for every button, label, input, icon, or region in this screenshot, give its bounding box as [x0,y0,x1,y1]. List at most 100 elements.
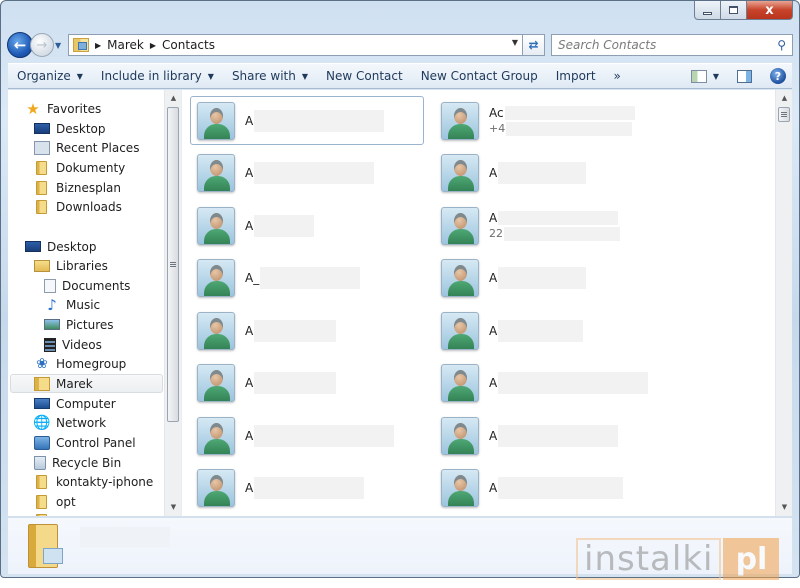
chevron-down-icon: ▼ [76,71,83,81]
close-button[interactable]: x [747,1,793,20]
contact-name-text: A [245,428,254,443]
address-bar[interactable]: ▶ Marek ▶ Contacts ▼ [68,34,523,56]
contact-item[interactable]: A [190,411,424,460]
contact-name-text: A [489,481,498,495]
redacted-text [254,214,315,237]
new-contact-button[interactable]: New Contact [317,64,412,88]
contact-item[interactable]: A [190,306,424,355]
contacts-folder-icon [28,524,63,568]
sidebar-item-label: Documents [62,278,131,293]
sidebar-item-dokumenty[interactable]: Dokumenty [34,158,163,177]
preview-pane-icon[interactable] [737,69,752,83]
minimize-button[interactable] [694,1,721,20]
scroll-down-icon[interactable]: ▼ [776,499,793,516]
sidebar-item-label: Videos [62,337,102,352]
refresh-button[interactable]: ⇄ [523,34,545,56]
contact-item[interactable]: A [434,359,668,408]
contact-name: A [245,214,315,237]
sidebar-item-videos[interactable]: Videos [44,335,163,354]
breadcrumb-separator-icon[interactable]: ▶ [95,41,101,50]
sidebar-item-desktop-favorite[interactable]: Desktop [34,119,163,138]
sidebar-item-marek[interactable]: Marek [10,374,163,393]
contact-phone-text: +4 [489,122,506,135]
sidebar-item-downloads[interactable]: Downloads [34,197,163,216]
contact-item[interactable]: Ac +4 [434,96,668,145]
scrollbar-thumb[interactable] [167,107,179,422]
contact-item[interactable]: A [190,359,424,408]
contact-item[interactable]: A_ [190,254,424,303]
scrollbar-thumb[interactable] [778,107,790,122]
view-options-dropdown-icon[interactable]: ▼ [713,72,719,81]
redacted-text [254,424,395,447]
search-icon[interactable]: ⚲ [777,38,786,52]
change-view-icon[interactable] [690,69,707,83]
sidebar-item-partial[interactable] [34,511,163,516]
contact-item[interactable]: A [190,201,424,250]
sidebar-item-documents[interactable]: Documents [44,276,163,295]
sidebar-item-recycle-bin[interactable]: Recycle Bin [34,453,163,472]
watermark-logo: pl [723,538,780,580]
sidebar-item-recent-places[interactable]: Recent Places [34,138,163,157]
sidebar-item-desktop[interactable]: Desktop [25,237,163,256]
scroll-up-icon[interactable]: ▲ [776,90,793,107]
navigation-pane-scrollbar[interactable]: ▲ ▼ [164,90,181,516]
address-dropdown-icon[interactable]: ▼ [512,38,518,47]
share-with-button[interactable]: Share with ▼ [223,64,317,88]
search-box[interactable]: ⚲ [551,34,793,56]
include-in-library-button[interactable]: Include in library ▼ [92,64,223,88]
contact-item[interactable]: A [434,306,668,355]
breadcrumb-contacts[interactable]: Contacts [162,38,215,52]
contact-avatar-icon [441,206,479,245]
scroll-up-icon[interactable]: ▲ [165,90,182,107]
sidebar-item-music[interactable]: ♪ Music [44,295,163,314]
sidebar-item-label: Downloads [56,199,122,214]
contact-item[interactable]: A [434,149,668,198]
contact-item[interactable]: A [190,96,424,145]
sidebar-item-biznesplan[interactable]: Biznesplan [34,178,163,197]
sidebar-item-label: kontakty-iphone [56,474,154,489]
minimize-icon [703,11,712,15]
contact-name: A [245,162,375,184]
sidebar-item-opt[interactable]: opt [34,492,163,511]
music-icon: ♪ [47,295,57,314]
contact-avatar-icon [197,154,235,192]
contacts-list: A Ac +4 A A A A 22 A_ A A A A A A A A A [181,90,775,516]
redacted-text [506,121,633,136]
organize-button[interactable]: Organize ▼ [8,64,92,88]
search-input[interactable] [558,38,748,52]
contact-item[interactable]: A [434,254,668,303]
chevron-down-icon: ▼ [207,71,214,81]
maximize-button[interactable] [721,1,747,20]
contact-item[interactable]: A [190,464,424,513]
contact-item[interactable]: A [434,464,668,513]
sidebar-item-computer[interactable]: Computer [34,394,163,413]
folder-icon [36,513,47,516]
window-controls: x [694,1,793,20]
more-commands-button[interactable]: » [605,64,630,88]
folder-icon [36,494,47,509]
contact-item[interactable]: A [434,411,668,460]
sidebar-item-kontakty-iphone[interactable]: kontakty-iphone [34,472,163,491]
sidebar-item-homegroup[interactable]: ❀ Homegroup [34,354,163,373]
help-icon[interactable]: ? [770,68,786,84]
contact-item[interactable]: A 22 [434,201,668,250]
breadcrumb-marek[interactable]: Marek [107,38,144,52]
sidebar-item-favorites[interactable]: ★ Favorites [25,99,163,118]
new-contact-group-button[interactable]: New Contact Group [412,64,547,88]
scroll-down-icon[interactable]: ▼ [165,499,182,516]
recent-pages-button[interactable]: ▼ [55,41,65,50]
sidebar-item-pictures[interactable]: Pictures [44,315,163,334]
contacts-scrollbar[interactable]: ▲ ▼ [775,90,792,516]
contact-avatar-icon [441,469,479,507]
redacted-text [498,210,619,225]
breadcrumb-separator-icon[interactable]: ▶ [150,41,156,50]
sidebar-item-network[interactable]: 🌐 Network [33,413,163,432]
contact-item[interactable]: A [190,149,424,198]
desktop-icon [25,241,41,252]
import-button[interactable]: Import [547,64,605,88]
contact-text: A 22 [489,210,620,241]
forward-button[interactable]: → [30,33,54,57]
sidebar-item-control-panel[interactable]: Control Panel [34,433,163,452]
sidebar-item-libraries[interactable]: Libraries [34,256,163,275]
sidebar-item-label: Marek [56,376,93,391]
